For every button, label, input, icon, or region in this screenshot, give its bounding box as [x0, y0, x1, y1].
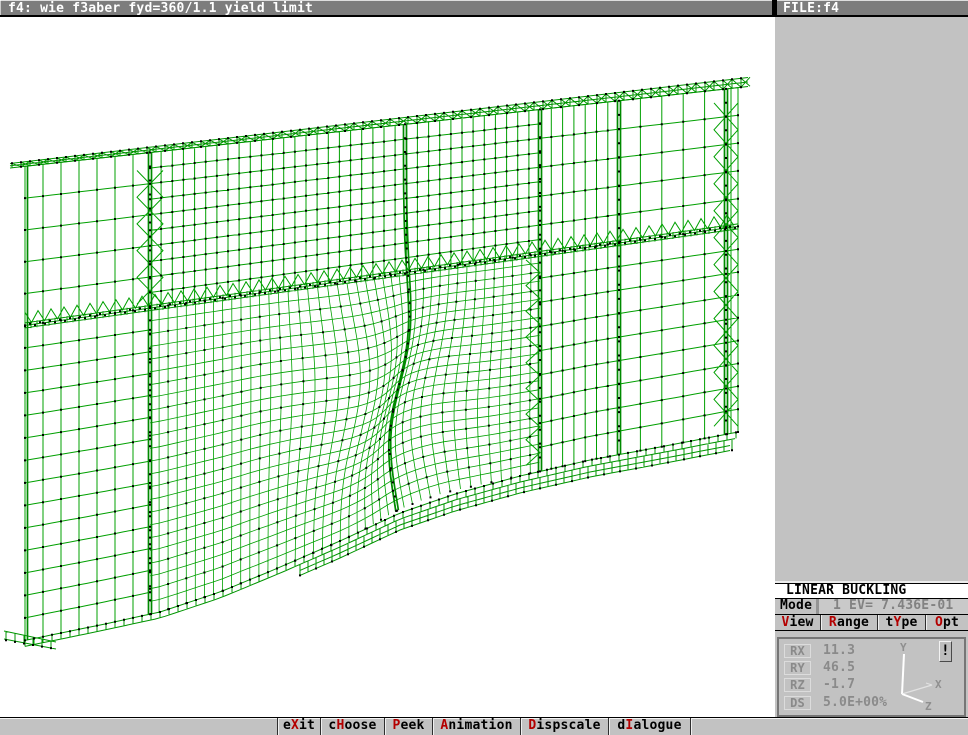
menu-item-choose[interactable]: cHoose — [320, 718, 384, 735]
file-label: FILE:f4 — [783, 1, 839, 16]
fem-mesh — [0, 17, 775, 717]
panel-button-range[interactable]: Range — [820, 615, 877, 630]
mesh-viewport[interactable] — [0, 17, 775, 717]
readout-row-ry: RY 46.5 — [779, 661, 889, 677]
panel-button-view[interactable]: View — [775, 615, 820, 630]
application-window: f4: wie f3aber fyd=360/1.1 yield limit F… — [0, 0, 968, 735]
axis-x-label: X — [935, 678, 942, 691]
readout-value-rx: 11.3 — [823, 644, 855, 658]
window-title: f4: wie f3aber fyd=360/1.1 yield limit — [8, 1, 313, 16]
exclamation-toggle-button[interactable]: ! — [939, 641, 952, 662]
panel-button-row: ViewRangetYpeOpt — [775, 615, 968, 631]
menu-item-dialogue[interactable]: dIalogue — [608, 718, 690, 735]
mode-row: Mode 1 EV= 7.436E-01 — [775, 599, 968, 615]
menu-item-exit[interactable]: eXit — [277, 718, 320, 735]
title-bar: f4: wie f3aber fyd=360/1.1 yield limit F… — [0, 0, 968, 17]
analysis-type-header: LINEAR BUCKLING — [775, 583, 968, 599]
title-bar-divider — [772, 0, 777, 15]
readout-value-ry: 46.5 — [823, 661, 855, 675]
bottom-menu-bar: eXitcHoosePeekAnimationDispscaledIalogue — [0, 717, 968, 735]
control-panel: LINEAR BUCKLING Mode 1 EV= 7.436E-01 Vie… — [775, 17, 968, 717]
panel-button-type[interactable]: tYpe — [877, 615, 925, 630]
readout-label-rz: RZ — [784, 678, 811, 692]
axis-z-label: Z — [925, 700, 932, 713]
readout-label-ds: DS — [784, 696, 811, 710]
readout-row-rx: RX 11.3 — [779, 644, 889, 660]
mode-eigenvalue-readout: 1 EV= 7.436E-01 — [816, 599, 968, 614]
mode-button[interactable]: Mode — [780, 599, 812, 614]
readout-label-ry: RY — [784, 661, 811, 675]
panel-button-opt[interactable]: Opt — [925, 615, 968, 630]
readout-value-rz: -1.7 — [823, 678, 855, 692]
menu-item-peek[interactable]: Peek — [384, 718, 432, 735]
menu-item-animation[interactable]: Animation — [432, 718, 520, 735]
readout-row-ds: DS5.0E+00% — [779, 696, 889, 712]
readout-label-rx: RX — [784, 644, 811, 658]
menu-bar-end-divider — [690, 718, 693, 735]
orientation-readout-box: RX 11.3 RY 46.5 RZ -1.7 DS5.0E+00% Y X Z ! — [777, 637, 966, 717]
axis-y-label: Y — [900, 641, 907, 654]
readout-row-rz: RZ -1.7 — [779, 678, 889, 694]
menu-item-dispscale[interactable]: Dispscale — [520, 718, 608, 735]
